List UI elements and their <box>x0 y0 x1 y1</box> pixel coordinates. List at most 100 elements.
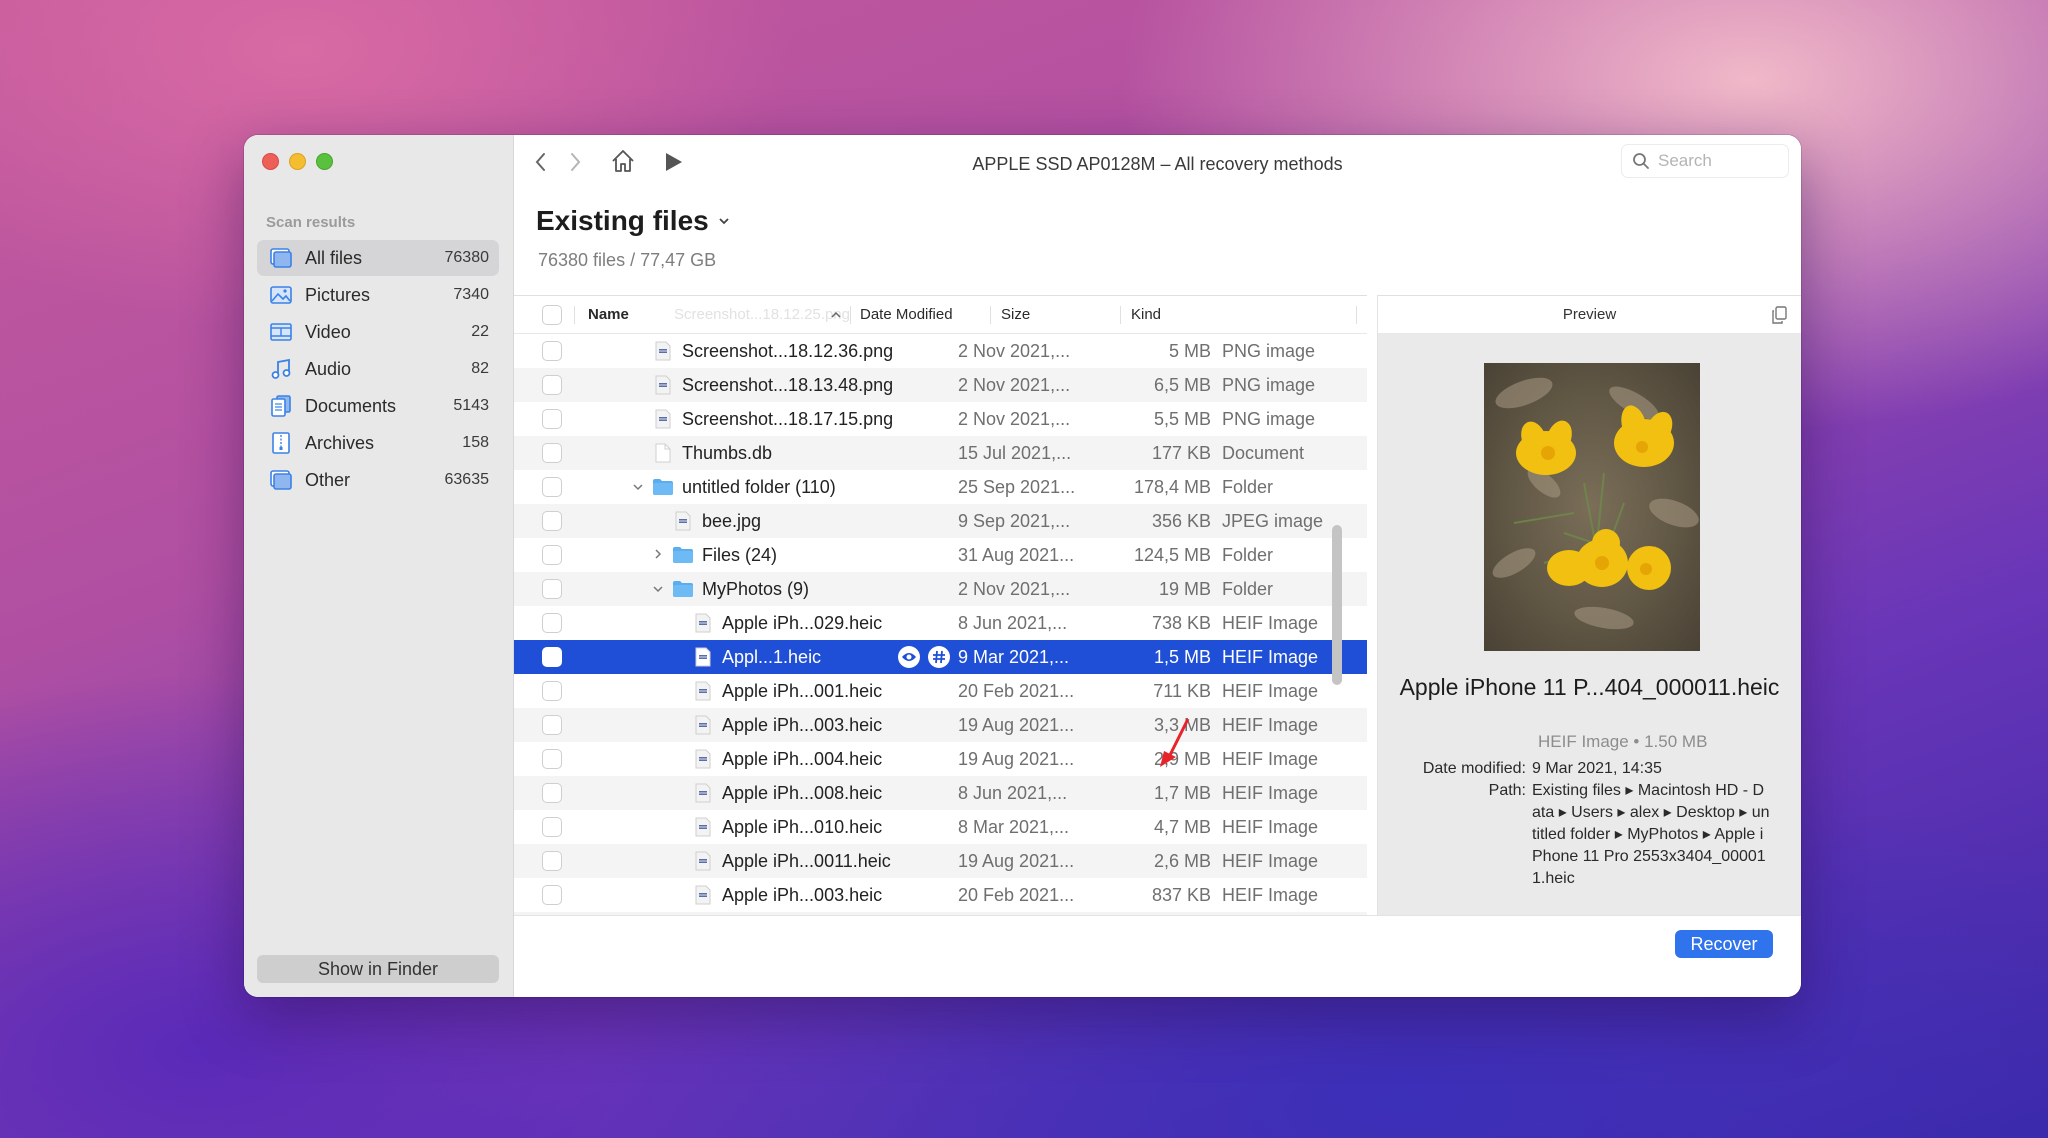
file-size: 177 KB <box>1151 442 1211 463</box>
search-input[interactable] <box>1658 151 1768 171</box>
file-name: bee.jpg <box>702 510 762 531</box>
sidebar-item-count: 22 <box>471 323 489 340</box>
date-modified: 20 Feb 2021... <box>958 884 1075 905</box>
name-cell: untitled folder (110) <box>514 470 954 504</box>
back-button[interactable] <box>534 151 548 173</box>
name-cell: Apple iPh...029.heic <box>514 606 954 640</box>
file-kind: PNG image <box>1222 340 1316 361</box>
sidebar-item-video[interactable]: Video 22 <box>257 314 499 350</box>
table-row[interactable]: Apple iPh...010.heic 8 Mar 2021,... 4,7 MB… <box>514 810 1367 844</box>
chevron-left-icon <box>535 153 545 171</box>
file-size: 178,4 MB <box>1133 476 1211 497</box>
image-file-icon <box>695 851 711 871</box>
file-name: Screenshot...18.17.15.png <box>682 408 894 429</box>
folder-icon <box>673 581 693 597</box>
path-row: Path: Existing files ▸ Macintosh HD - Da… <box>1378 780 1801 890</box>
table-row[interactable]: Thumbs.db 15 Jul 2021,... 177 KB Document <box>514 436 1367 470</box>
zoom-window-button[interactable] <box>316 153 333 170</box>
date-modified: 19 Aug 2021... <box>958 748 1075 769</box>
date-modified: 2 Nov 2021,... <box>958 340 1071 361</box>
table-row[interactable]: Apple iPh...004.heic 19 Aug 2021... 2,9 MB… <box>514 742 1367 776</box>
file-name: Apple iPh...001.heic <box>722 680 883 701</box>
name-cell: Apple iPh...0011.heic <box>514 844 954 878</box>
name-cell: Apple iPh...008.heic <box>514 776 954 810</box>
table-scrollbar[interactable] <box>1332 525 1342 685</box>
table-row[interactable]: Files (24) 31 Aug 2021... 124,5 MB Folder <box>514 538 1367 572</box>
column-header-kind[interactable]: Kind <box>1131 296 1161 333</box>
sidebar-item-count: 7340 <box>453 286 489 303</box>
column-divider <box>574 306 575 324</box>
preview-panel: Preview Apple iPhone 11 P...404_000011.h… <box>1377 295 1801 915</box>
sidebar-item-pictures[interactable]: Pictures 7340 <box>257 277 499 313</box>
date-modified: 31 Aug 2021... <box>958 544 1075 565</box>
table-row[interactable]: bee.jpg 9 Sep 2021,... 356 KB JPEG image <box>514 504 1367 538</box>
file-size: 2,9 MB <box>1153 748 1211 769</box>
table-row[interactable]: Apple iPh...003.heic 19 Aug 2021... 3,3 MB… <box>514 708 1367 742</box>
table-row[interactable]: Apple iPh...003.heic 20 Feb 2021... 837 KB… <box>514 878 1367 912</box>
sidebar-item-label: All files <box>305 247 363 268</box>
table-row[interactable]: Apple iPh...029.heic 8 Jun 2021,... 738 KB… <box>514 606 1367 640</box>
file-size: 4,7 MB <box>1153 816 1211 837</box>
image-file-icon <box>695 817 711 837</box>
sidebar-item-audio[interactable]: Audio 82 <box>257 351 499 387</box>
sort-ascending-icon[interactable] <box>830 310 842 320</box>
image-file-icon <box>695 715 711 735</box>
table-row[interactable]: untitled folder (110) 25 Sep 2021... 178,4… <box>514 470 1367 504</box>
table-row[interactable]: Appl...1.heic 9 Mar 2021,... 1,5 MB HEIF Im… <box>514 640 1367 674</box>
disclosure-expanded-icon[interactable] <box>650 581 666 597</box>
table-row[interactable]: Apple iPh...008.heic 8 Jun 2021,... 1,7 MB… <box>514 776 1367 810</box>
sidebar-item-archives[interactable]: Archives 158 <box>257 425 499 461</box>
name-cell: Files (24) <box>514 538 954 572</box>
scope-dropdown[interactable]: Existing files <box>536 205 731 237</box>
table-row[interactable]: MyPhotos (9) 2 Nov 2021,... 19 MB Folder <box>514 572 1367 606</box>
pictures-icon <box>269 283 293 307</box>
recover-button[interactable]: Recover <box>1675 930 1773 958</box>
sidebar-item-documents[interactable]: Documents 5143 <box>257 388 499 424</box>
start-scan-button[interactable] <box>664 151 684 173</box>
file-size: 2,6 MB <box>1153 850 1211 871</box>
home-button[interactable] <box>610 148 636 174</box>
toolbar: APPLE SSD AP0128M – All recovery methods <box>514 135 1801 191</box>
table-row[interactable]: Apple iPh...001.heic 20 Feb 2021... 711 KB… <box>514 674 1367 708</box>
file-name: untitled folder (110) <box>682 476 836 497</box>
close-window-button[interactable] <box>262 153 279 170</box>
path-value: Existing files ▸ Macintosh HD - Data ▸ U… <box>1532 782 1770 887</box>
column-header-name[interactable]: Name <box>588 296 629 333</box>
file-name: Apple iPh...003.heic <box>722 884 883 905</box>
forward-button[interactable] <box>568 151 582 173</box>
file-size: 3,3 MB <box>1153 714 1211 735</box>
file-kind: HEIF Image <box>1222 612 1319 633</box>
table-row[interactable]: Screenshot...18.17.15.png 2 Nov 2021,... 5… <box>514 402 1367 436</box>
disclosure-collapsed-icon[interactable] <box>650 547 666 563</box>
sidebar-item-other[interactable]: Other 63635 <box>257 462 499 498</box>
sidebar-item-all-files[interactable]: All files 76380 <box>257 240 499 276</box>
disclosure-expanded-icon[interactable] <box>630 479 646 495</box>
preview-eye-button[interactable] <box>898 646 920 668</box>
minimize-window-button[interactable] <box>289 153 306 170</box>
file-kind: HEIF Image <box>1222 884 1319 905</box>
column-header-date[interactable]: Date Modified <box>860 296 953 333</box>
table-row[interactable]: Screenshot...18.12.36.png 2 Nov 2021,... 5… <box>514 334 1367 368</box>
files-summary: 76380 files / 77,47 GB <box>538 250 717 270</box>
date-modified: 8 Jun 2021,... <box>958 612 1068 633</box>
copy-icon[interactable] <box>1771 306 1787 324</box>
hash-button[interactable] <box>928 646 950 668</box>
file-table: Name Screenshot...18.12.25.png Date Modi… <box>514 295 1367 915</box>
file-kind: HEIF Image <box>1222 782 1319 803</box>
file-name: Thumbs.db <box>682 442 773 463</box>
file-name: Appl...1.heic <box>722 646 822 667</box>
other-icon <box>269 468 293 492</box>
table-row[interactable]: Apple iPh...0011.heic 19 Aug 2021... 2,6 M… <box>514 844 1367 878</box>
file-kind: Folder <box>1222 578 1274 599</box>
search-field[interactable] <box>1621 144 1789 178</box>
show-in-finder-button[interactable]: Show in Finder <box>257 955 499 983</box>
select-all-checkbox[interactable] <box>542 305 562 325</box>
table-row[interactable]: Screenshot...18.13.48.png 2 Nov 2021,... 6… <box>514 368 1367 402</box>
image-file-icon <box>695 647 711 667</box>
date-modified: 19 Aug 2021... <box>958 714 1075 735</box>
path-label: Path: <box>1488 782 1526 799</box>
file-kind: HEIF Image <box>1222 714 1319 735</box>
column-header-ghost: Screenshot...18.12.25.png <box>674 306 850 323</box>
column-header-size[interactable]: Size <box>1001 296 1030 333</box>
content-header: Existing files 76380 files / 77,47 GB <box>514 191 1801 291</box>
